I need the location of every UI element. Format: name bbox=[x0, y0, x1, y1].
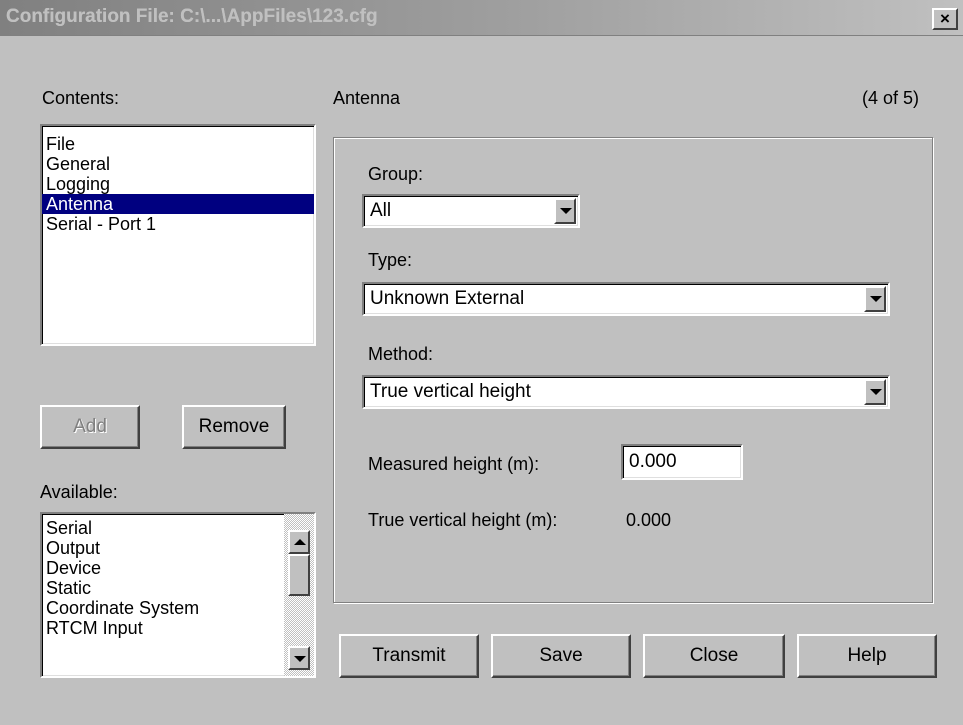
available-label: Available: bbox=[40, 482, 118, 502]
true-height-value: 0.000 bbox=[626, 510, 672, 530]
method-value: True vertical height bbox=[370, 381, 531, 402]
list-item[interactable]: Static bbox=[42, 578, 314, 598]
list-item[interactable]: Serial bbox=[42, 518, 314, 538]
transmit-button[interactable]: Transmit bbox=[339, 634, 479, 678]
scroll-thumb[interactable] bbox=[288, 554, 310, 596]
page-position: (4 of 5) bbox=[862, 88, 920, 108]
scrollbar[interactable] bbox=[284, 514, 314, 676]
measured-height-input[interactable]: 0.000 bbox=[621, 444, 743, 480]
list-item[interactable]: RTCM Input bbox=[42, 618, 314, 638]
save-button[interactable]: Save bbox=[491, 634, 631, 678]
list-item[interactable]: Coordinate System bbox=[42, 598, 314, 618]
list-item[interactable]: File bbox=[42, 134, 314, 154]
arrow-up-icon bbox=[294, 539, 306, 545]
type-label: Type: bbox=[368, 250, 413, 270]
contents-list[interactable]: File General Logging Antenna Serial - Po… bbox=[40, 124, 316, 346]
window-title: Configuration File: C:\...\AppFiles\123.… bbox=[6, 6, 378, 27]
list-item-selected[interactable]: Antenna bbox=[42, 194, 314, 214]
measured-height-label: Measured height (m): bbox=[368, 454, 540, 474]
title-bar: Configuration File: C:\...\AppFiles\123.… bbox=[0, 0, 963, 36]
remove-button[interactable]: Remove bbox=[182, 405, 286, 449]
close-icon: × bbox=[940, 9, 950, 28]
method-dropdown[interactable]: True vertical height bbox=[362, 375, 890, 409]
arrow-down-icon bbox=[294, 656, 306, 662]
list-item[interactable]: Logging bbox=[42, 174, 314, 194]
group-dropdown-button[interactable] bbox=[554, 198, 576, 224]
contents-label: Contents: bbox=[42, 88, 120, 108]
type-dropdown-button[interactable] bbox=[864, 286, 886, 312]
list-item[interactable]: Device bbox=[42, 558, 314, 578]
chevron-down-icon bbox=[870, 296, 882, 302]
panel-title: Antenna bbox=[333, 88, 401, 108]
close-button[interactable]: Close bbox=[643, 634, 785, 678]
list-item[interactable]: Serial - Port 1 bbox=[42, 214, 314, 234]
method-dropdown-button[interactable] bbox=[864, 379, 886, 405]
type-dropdown[interactable]: Unknown External bbox=[362, 282, 890, 316]
available-list[interactable]: Serial Output Device Static Coordinate S… bbox=[40, 512, 316, 678]
antenna-settings-panel: Group: All Type: Unknown External Method… bbox=[333, 137, 933, 603]
add-button[interactable]: Add bbox=[40, 405, 140, 449]
help-button[interactable]: Help bbox=[797, 634, 937, 678]
chevron-down-icon bbox=[870, 389, 882, 395]
scroll-down-button[interactable] bbox=[288, 646, 310, 670]
group-value: All bbox=[370, 200, 392, 221]
group-dropdown[interactable]: All bbox=[362, 194, 580, 228]
list-item[interactable]: General bbox=[42, 154, 314, 174]
scroll-up-button[interactable] bbox=[288, 530, 310, 554]
group-label: Group: bbox=[368, 164, 424, 184]
type-value: Unknown External bbox=[370, 288, 525, 309]
close-window-button[interactable]: × bbox=[932, 8, 958, 30]
measured-height-value: 0.000 bbox=[629, 451, 677, 472]
method-label: Method: bbox=[368, 344, 434, 364]
list-item[interactable]: Output bbox=[42, 538, 314, 558]
chevron-down-icon bbox=[560, 208, 572, 214]
true-height-label: True vertical height (m): bbox=[368, 510, 558, 530]
